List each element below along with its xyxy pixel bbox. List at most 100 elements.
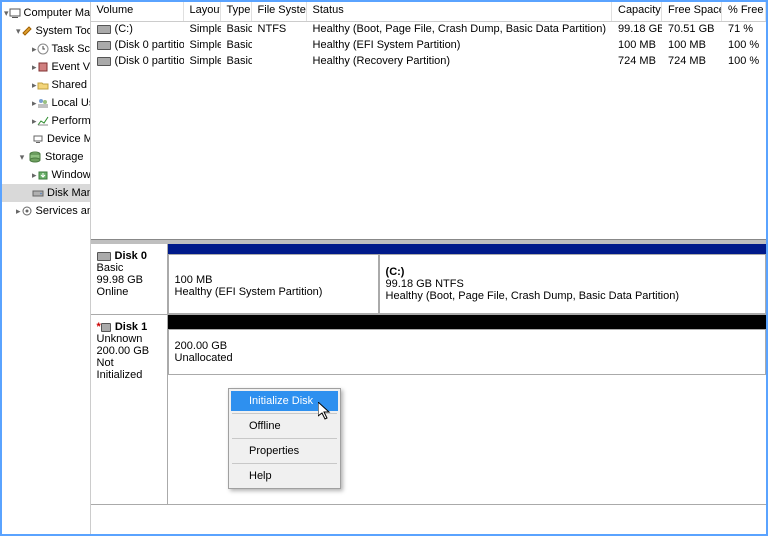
volume-list[interactable]: Volume Layout Type File System Status Ca… <box>91 2 766 240</box>
unallocated-bar <box>168 315 766 329</box>
tree-shared-folders[interactable]: ▸ Shared Folders <box>2 76 90 94</box>
label: Windows Server Backup <box>52 169 91 181</box>
part-label: (C:) <box>386 266 405 278</box>
context-menu: Initialize Disk Offline Properties Help <box>228 388 341 489</box>
col-layout[interactable]: Layout <box>184 2 221 21</box>
cell-volume: (Disk 0 partition 4) <box>91 55 184 70</box>
col-filesystem[interactable]: File System <box>252 2 307 21</box>
menu-offline[interactable]: Offline <box>231 416 338 436</box>
table-row[interactable]: (Disk 0 partition 1)SimpleBasicHealthy (… <box>91 38 766 54</box>
col-pct[interactable]: % Free <box>722 2 766 21</box>
tree-root[interactable]: ▾ Computer Management (Local <box>2 4 90 22</box>
cell-status: Healthy (Boot, Page File, Crash Dump, Ba… <box>307 23 612 38</box>
disk-type: Unknown <box>97 333 143 345</box>
menu-separator <box>232 463 337 464</box>
disk-state: Online <box>97 286 129 298</box>
disk-map: Disk 0 Basic 99.98 GB Online 100 MB Heal… <box>91 240 766 534</box>
disk-0-part-2[interactable]: (C:) 99.18 GB NTFS Healthy (Boot, Page F… <box>379 254 766 314</box>
tree-event-viewer[interactable]: ▸ Event Viewer <box>2 58 90 76</box>
menu-separator <box>232 413 337 414</box>
cell-pct: 71 % <box>722 23 766 38</box>
part-status: Healthy (Boot, Page File, Crash Dump, Ba… <box>386 290 759 302</box>
label: Local Users and Groups <box>52 97 91 109</box>
part-size: 200.00 GB <box>175 340 759 352</box>
clock-icon <box>37 42 49 56</box>
tree-system-tools[interactable]: ▾ System Tools <box>2 22 90 40</box>
cell-layout: Simple <box>184 39 221 54</box>
disk-1-row[interactable]: *Disk 1 Unknown 200.00 GB Not Initialize… <box>91 315 766 505</box>
services-icon <box>21 204 33 218</box>
menu-properties[interactable]: Properties <box>231 441 338 461</box>
menu-initialize-disk[interactable]: Initialize Disk <box>231 391 338 411</box>
disk-icon <box>32 186 44 200</box>
col-capacity[interactable]: Capacity <box>612 2 662 21</box>
computer-management-window: ▾ Computer Management (Local ▾ System To… <box>0 0 768 536</box>
storage-icon <box>28 150 42 164</box>
tools-icon <box>21 24 33 38</box>
partition-bar <box>379 244 766 254</box>
cell-status: Healthy (Recovery Partition) <box>307 55 612 70</box>
part-status: Healthy (EFI System Partition) <box>175 286 372 298</box>
perf-icon <box>37 114 49 128</box>
volume-icon <box>97 41 111 50</box>
cell-free: 724 MB <box>662 55 722 70</box>
disk-title: Disk 0 <box>115 250 147 262</box>
disk-icon <box>101 323 111 332</box>
label: Storage <box>45 151 84 163</box>
col-type[interactable]: Type <box>221 2 252 21</box>
event-icon <box>37 60 49 74</box>
cell-status: Healthy (EFI System Partition) <box>307 39 612 54</box>
part-size: 100 MB <box>175 274 372 286</box>
cell-capacity: 724 MB <box>612 55 662 70</box>
menu-help[interactable]: Help <box>231 466 338 486</box>
tree-storage[interactable]: ▾ Storage <box>2 148 90 166</box>
tree-services[interactable]: ▸ Services and Applications <box>2 202 90 220</box>
col-volume[interactable]: Volume <box>91 2 184 21</box>
cell-type: Basic <box>221 55 252 70</box>
disk-0-part-1[interactable]: 100 MB Healthy (EFI System Partition) <box>168 254 379 314</box>
disk-title: Disk 1 <box>115 321 147 333</box>
cell-type: Basic <box>221 39 252 54</box>
nav-tree[interactable]: ▾ Computer Management (Local ▾ System To… <box>2 2 91 534</box>
volume-list-body[interactable]: (C:)SimpleBasicNTFSHealthy (Boot, Page F… <box>91 22 766 239</box>
disk-icon <box>97 252 111 261</box>
table-row[interactable]: (Disk 0 partition 4)SimpleBasic Healthy (… <box>91 54 766 70</box>
disk-1-unallocated[interactable]: 200.00 GB Unallocated <box>168 329 766 375</box>
folder-icon <box>37 78 49 92</box>
col-free[interactable]: Free Space <box>662 2 722 21</box>
tree-local-users[interactable]: ▸ Local Users and Groups <box>2 94 90 112</box>
tree-device-manager[interactable]: Device Manager <box>2 130 90 148</box>
cell-capacity: 100 MB <box>612 39 662 54</box>
label: System Tools <box>36 25 91 37</box>
computer-icon <box>9 6 21 20</box>
cell-layout: Simple <box>184 55 221 70</box>
disk-1-info[interactable]: *Disk 1 Unknown 200.00 GB Not Initialize… <box>91 315 168 504</box>
disk-0-row[interactable]: Disk 0 Basic 99.98 GB Online 100 MB Heal… <box>91 244 766 315</box>
cell-fs <box>252 39 307 54</box>
disk-size: 99.98 GB <box>97 274 143 286</box>
col-status[interactable]: Status <box>307 2 612 21</box>
tree-server-backup[interactable]: ▸ Windows Server Backup <box>2 166 90 184</box>
volume-list-header[interactable]: Volume Layout Type File System Status Ca… <box>91 2 766 22</box>
cell-fs: NTFS <box>252 23 307 38</box>
part-status: Unallocated <box>175 352 759 364</box>
table-row[interactable]: (C:)SimpleBasicNTFSHealthy (Boot, Page F… <box>91 22 766 38</box>
device-icon <box>32 132 44 146</box>
content-area: Volume Layout Type File System Status Ca… <box>91 2 766 534</box>
part-size: 99.18 GB NTFS <box>386 278 759 290</box>
label: Shared Folders <box>52 79 91 91</box>
tree-root-label: Computer Management (Local <box>24 7 91 19</box>
menu-separator <box>232 438 337 439</box>
cell-capacity: 99.18 GB <box>612 23 662 38</box>
tree-performance[interactable]: ▸ Performance <box>2 112 90 130</box>
volume-icon <box>97 25 111 34</box>
tree-disk-management[interactable]: Disk Management <box>2 184 90 202</box>
label: Task Scheduler <box>52 43 91 55</box>
disk-0-info[interactable]: Disk 0 Basic 99.98 GB Online <box>91 244 168 314</box>
label: Services and Applications <box>36 205 91 217</box>
tree-task-scheduler[interactable]: ▸ Task Scheduler <box>2 40 90 58</box>
collapse-icon[interactable]: ▾ <box>16 152 28 163</box>
cell-free: 70.51 GB <box>662 23 722 38</box>
partition-bar <box>168 244 379 254</box>
backup-icon <box>37 168 49 182</box>
